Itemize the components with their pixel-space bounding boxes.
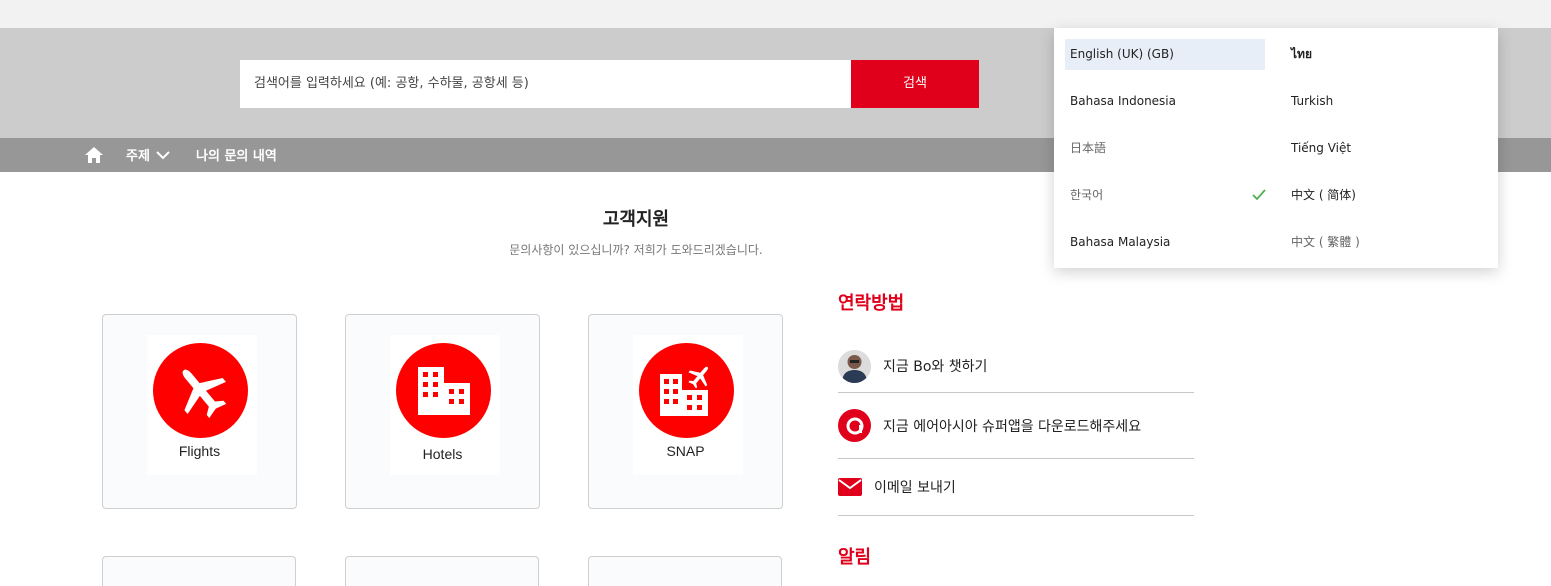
language-option-japanese[interactable]: 日本語 [1065, 133, 1265, 164]
download-superapp-link[interactable]: 지금 에어아시아 슈퍼앱을 다운로드해주세요 [838, 393, 1194, 459]
search-input[interactable]: 검색어를 입력하세요 (예: 공항, 수하물, 공항세 등) [240, 60, 851, 108]
bo-avatar [838, 349, 871, 383]
send-email-label: 이메일 보내기 [874, 480, 956, 496]
chevron-down-icon [156, 150, 170, 159]
language-option-thai[interactable]: ไทย [1286, 39, 1486, 70]
language-option-bahasa-malaysia[interactable]: Bahasa Malaysia [1065, 227, 1265, 258]
language-option-english-uk[interactable]: English (UK) (GB) [1065, 39, 1265, 70]
card-row2-1[interactable] [102, 556, 296, 586]
home-icon[interactable] [84, 146, 104, 164]
snap-hotel-flight-icon [639, 343, 734, 438]
send-email-link[interactable]: 이메일 보내기 [838, 459, 1194, 516]
card-snap[interactable]: SNAP [588, 314, 783, 509]
checkmark-icon [1252, 188, 1266, 201]
download-superapp-label: 지금 에어아시아 슈퍼앱을 다운로드해주세요 [883, 418, 1142, 435]
top-strip [0, 0, 1551, 28]
nav-my-inquiries[interactable]: 나의 문의 내역 [196, 145, 277, 164]
email-icon [838, 478, 862, 496]
airasia-app-icon [838, 409, 871, 442]
airplane-icon [153, 343, 248, 438]
language-option-chinese-simplified[interactable]: 中文 ( 简体) [1286, 180, 1486, 211]
language-option-vietnamese[interactable]: Tiếng Việt [1286, 133, 1486, 164]
chat-with-bo-link[interactable]: 지금 Bo와 챗하기 [838, 340, 1194, 393]
language-option-bahasa-indonesia[interactable]: Bahasa Indonesia [1065, 86, 1265, 117]
card-label: Flights [178, 443, 221, 459]
nav-topic-dropdown[interactable]: 주제 [126, 145, 170, 164]
notice-section-title: 알림 [838, 547, 872, 568]
hotel-buildings-icon [396, 343, 491, 438]
language-option-chinese-traditional[interactable]: 中文 ( 繁體 ) [1286, 227, 1486, 258]
card-label: SNAP [666, 443, 705, 459]
language-option-turkish[interactable]: Turkish [1286, 86, 1486, 117]
contact-section-title: 연락방법 [838, 293, 905, 314]
chat-with-bo-label: 지금 Bo와 챗하기 [883, 359, 988, 375]
card-row2-3[interactable] [588, 556, 782, 586]
card-label: Hotels [422, 446, 463, 462]
card-row2-2[interactable] [345, 556, 539, 586]
language-option-korean[interactable]: 한국어 [1065, 180, 1265, 211]
nav-topic-label: 주제 [126, 149, 150, 164]
card-hotels[interactable]: Hotels [345, 314, 540, 509]
card-flights[interactable]: Flights [102, 314, 297, 509]
search-button[interactable]: 검색 [851, 60, 979, 108]
